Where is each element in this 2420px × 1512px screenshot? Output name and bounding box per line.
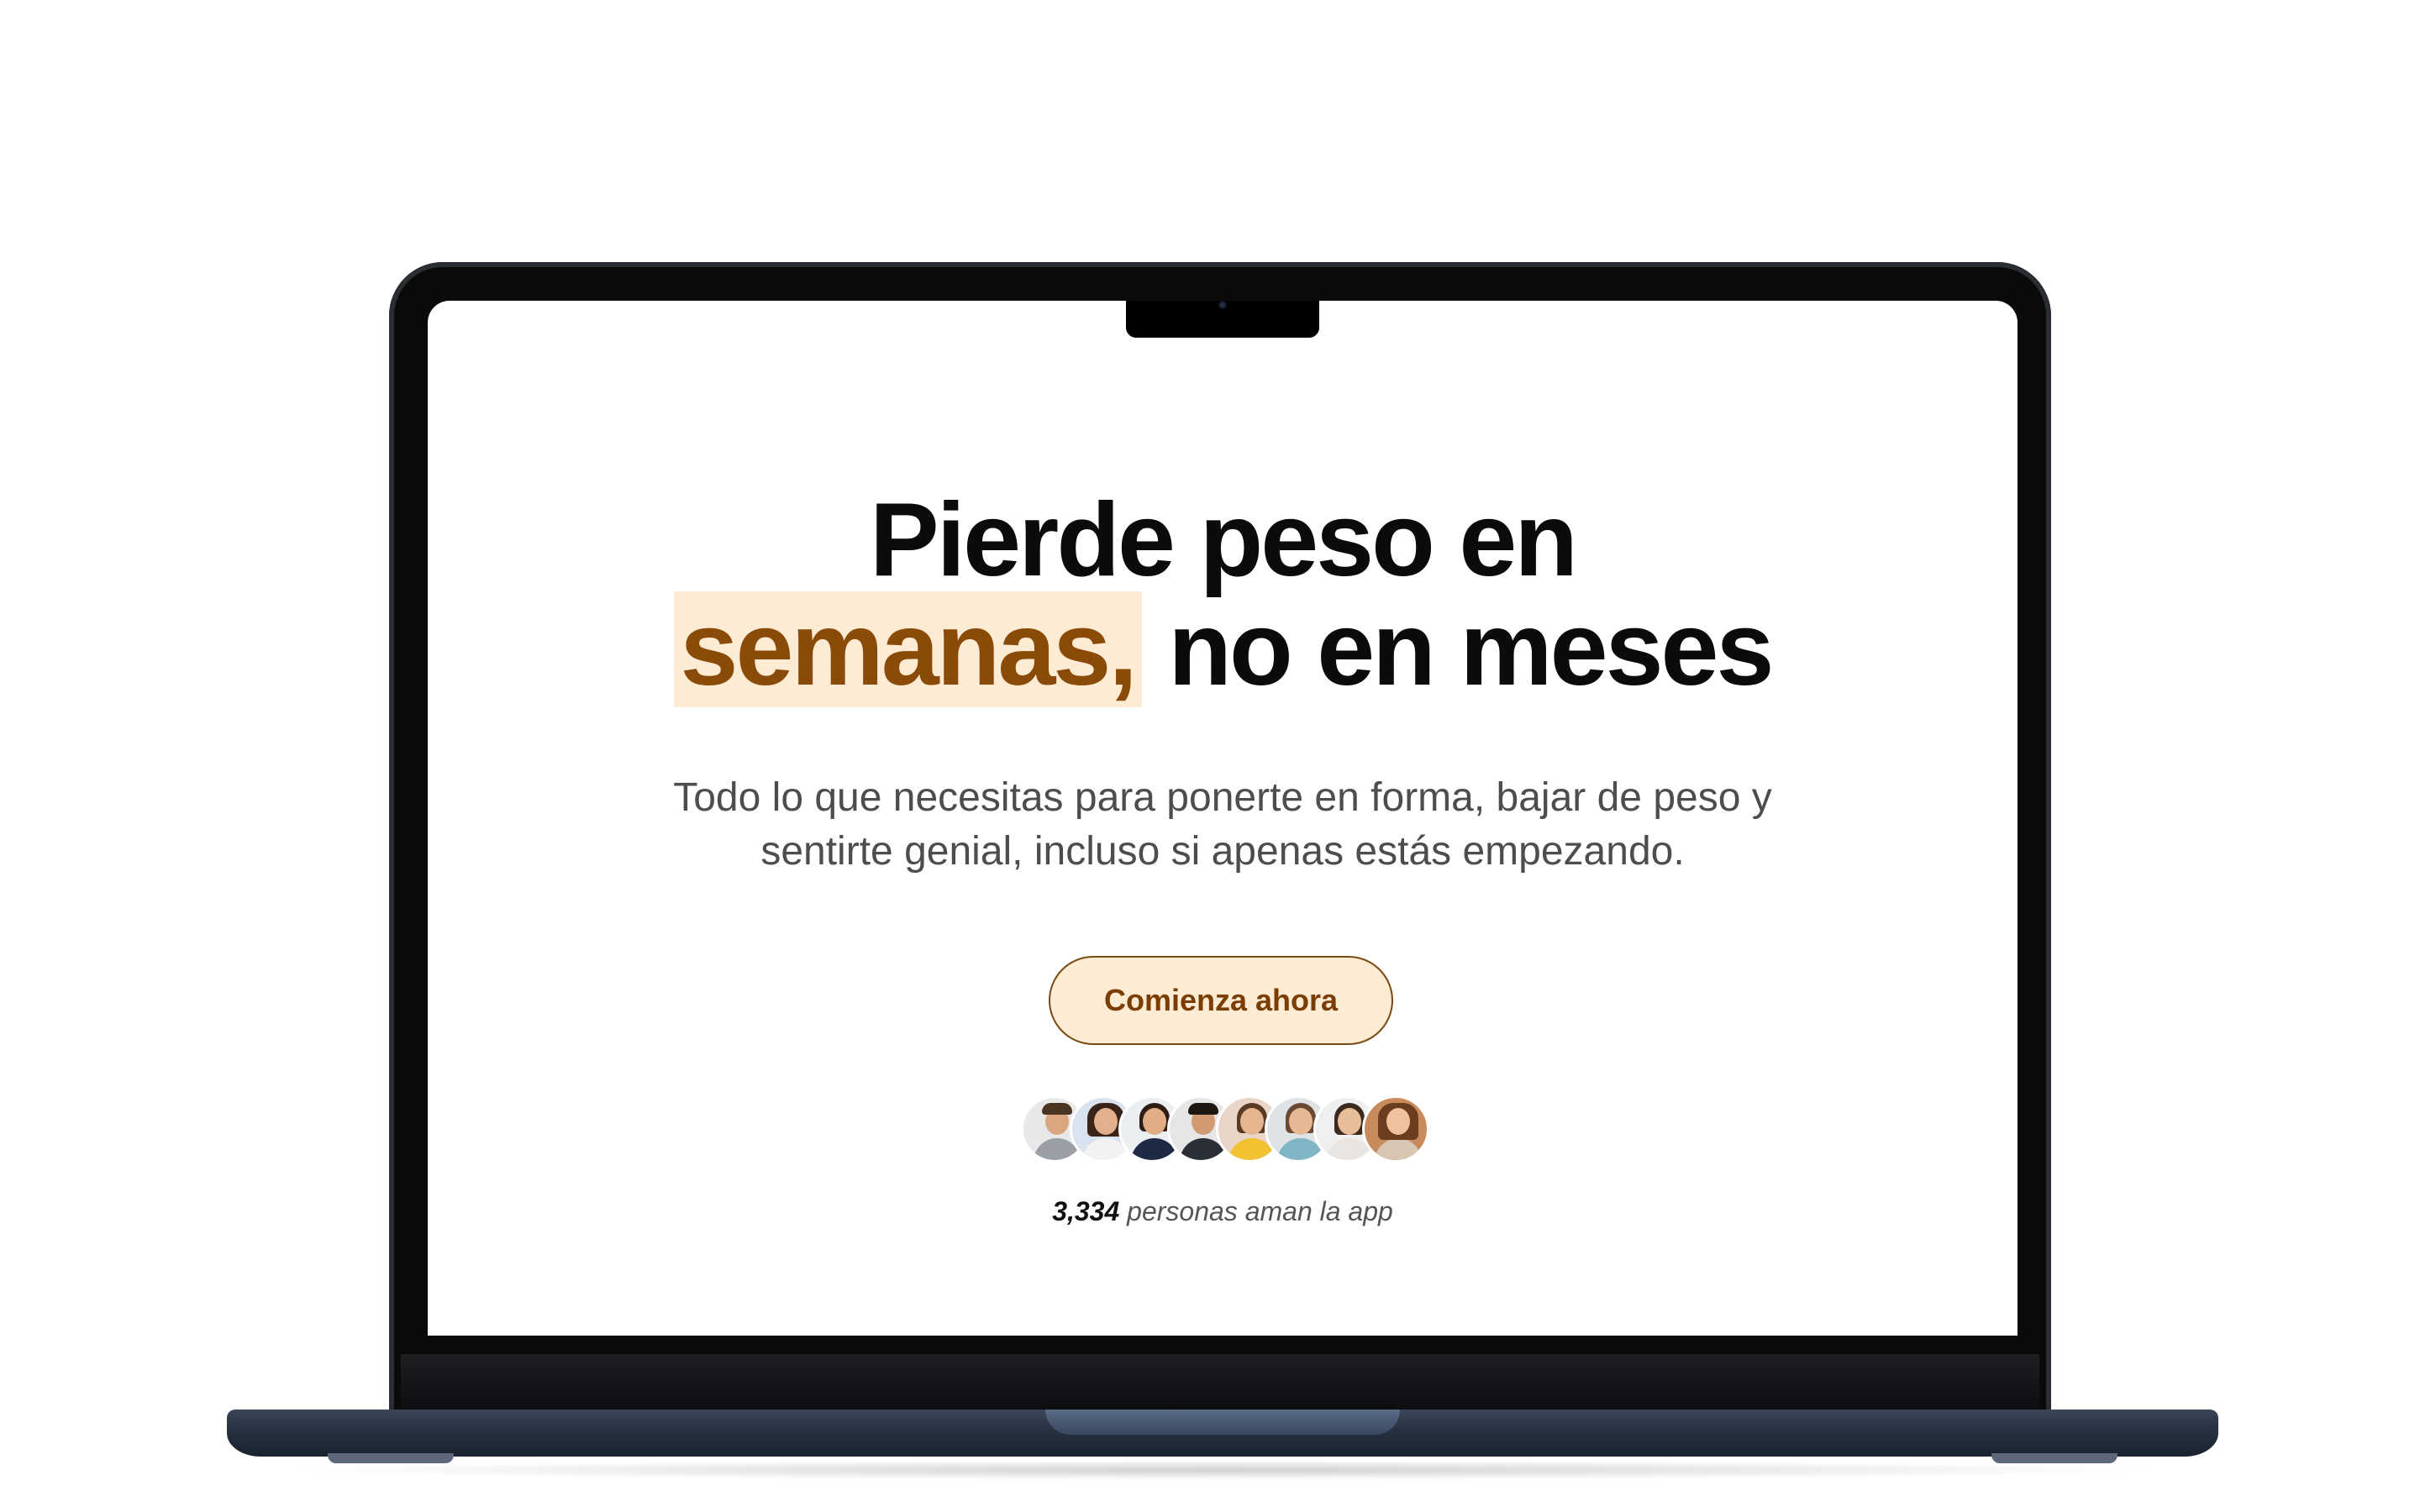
hero-section: Pierde peso en semanas, no en meses Todo… <box>428 301 2018 1336</box>
subtitle-line-1: Todo lo que necesitas para ponerte en fo… <box>673 775 1772 820</box>
hero-subtitle: Todo lo que necesitas para ponerte en fo… <box>428 771 2018 879</box>
social-proof-label: personas aman la app <box>1119 1196 1393 1226</box>
user-avatars <box>1021 1095 1429 1166</box>
subtitle-line-2: sentirte genial, incluso si apenas estás… <box>760 829 1685 874</box>
user-count: 3,334 <box>1052 1196 1120 1226</box>
laptop-shadow <box>277 1460 2168 1480</box>
social-proof-text: 3,334 personas aman la app <box>428 1196 2018 1227</box>
laptop-chin <box>401 1354 2039 1413</box>
headline-line-2: semanas, no en meses <box>428 591 2018 707</box>
headline-rest: no en meses <box>1141 591 1774 707</box>
start-now-button[interactable]: Comienza ahora <box>1049 956 1393 1045</box>
laptop-screen: Pierde peso en semanas, no en meses Todo… <box>428 301 2018 1336</box>
laptop-mockup: Pierde peso en semanas, no en meses Todo… <box>0 0 2420 1512</box>
hero-headline: Pierde peso en semanas, no en meses <box>428 482 2018 707</box>
user-avatar-woman-brown-hair <box>1362 1095 1429 1163</box>
headline-highlight: semanas, <box>673 591 1142 707</box>
laptop-base-notch <box>1045 1410 1400 1435</box>
headline-line-1: Pierde peso en <box>869 482 1578 598</box>
camera-icon <box>1218 301 1227 309</box>
